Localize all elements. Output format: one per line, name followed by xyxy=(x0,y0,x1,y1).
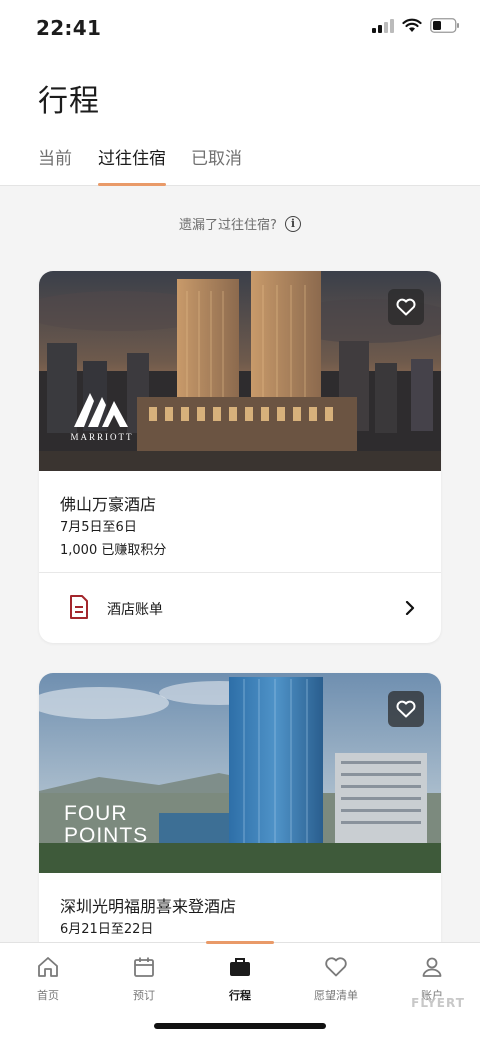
tab-current[interactable]: 当前 xyxy=(38,144,72,186)
four-points-line-2: POINTS xyxy=(64,824,149,847)
tab-past-stays[interactable]: 过往住宿 xyxy=(98,144,166,186)
nav-book[interactable]: 预订 xyxy=(99,955,189,1003)
nav-active-indicator xyxy=(206,941,274,944)
stay-dates-1: 7月5日至6日 xyxy=(60,520,137,535)
header-area: 22:41 行程 当前 过往住宿 已取消 xyxy=(0,0,480,186)
missing-stay-text: 遗漏了过往住宿? xyxy=(179,218,277,233)
wishlist-button-1[interactable] xyxy=(388,289,424,325)
four-points-logo: FOUR POINTS xyxy=(64,803,148,847)
heart-icon xyxy=(325,957,347,977)
tab-bar: 当前 过往住宿 已取消 xyxy=(0,144,480,186)
document-icon xyxy=(70,595,88,619)
stay-card-1[interactable]: MARRIOTT 佛山万豪酒店 7月5日至6日 1,000 已赚取积分 酒店账单 xyxy=(39,271,441,643)
info-icon[interactable]: i xyxy=(284,215,301,232)
tab-current-label: 当前 xyxy=(38,149,72,169)
marriott-m-icon xyxy=(74,393,128,427)
watermark: FLYERT xyxy=(411,996,465,1010)
hotel-folio-label: 酒店账单 xyxy=(107,602,163,618)
person-icon xyxy=(422,957,442,977)
hotel-name-2: 深圳光明福朋喜来登酒店 xyxy=(60,897,237,916)
status-time: 22:41 xyxy=(36,16,102,40)
home-indicator xyxy=(154,1023,326,1029)
wifi-icon xyxy=(402,18,422,32)
hotel-photo-1: MARRIOTT xyxy=(39,271,441,471)
hotel-name-1: 佛山万豪酒店 xyxy=(60,495,157,514)
nav-wishlist-label: 愿望清单 xyxy=(314,989,358,1002)
marriott-wordmark: MARRIOTT xyxy=(70,432,134,442)
heart-icon xyxy=(396,298,416,316)
nav-home[interactable]: 首页 xyxy=(3,955,93,1003)
status-bar: 22:41 xyxy=(0,0,480,56)
tab-past-stays-label: 过往住宿 xyxy=(98,149,166,169)
four-points-line-1: FOUR xyxy=(64,802,128,825)
nav-trips-label: 行程 xyxy=(229,989,251,1002)
nav-home-label: 首页 xyxy=(37,989,59,1002)
nav-trips[interactable]: 行程 xyxy=(195,955,285,1003)
chevron-right-icon xyxy=(405,601,415,615)
stay-dates-2: 6月21日至22日 xyxy=(60,922,154,937)
missing-stay-link[interactable]: 遗漏了过往住宿? i xyxy=(0,214,480,233)
tab-cancelled-label: 已取消 xyxy=(191,149,242,169)
signal-icon xyxy=(372,18,394,33)
nav-wishlist[interactable]: 愿望清单 xyxy=(291,955,381,1003)
points-earned-1: 1,000 已赚取积分 xyxy=(60,543,167,558)
marriott-logo: MARRIOTT xyxy=(65,389,139,445)
briefcase-icon xyxy=(230,958,250,976)
battery-icon xyxy=(430,18,459,33)
tab-cancelled[interactable]: 已取消 xyxy=(191,144,242,186)
wishlist-button-2[interactable] xyxy=(388,691,424,727)
page-title: 行程 xyxy=(38,84,100,119)
calendar-icon xyxy=(134,957,154,977)
hotel-photo-2: FOUR POINTS xyxy=(39,673,441,873)
home-icon xyxy=(38,957,58,977)
hotel-folio-row[interactable]: 酒店账单 xyxy=(39,573,441,643)
heart-icon xyxy=(396,700,416,718)
status-icons xyxy=(372,18,460,33)
nav-book-label: 预订 xyxy=(133,989,155,1002)
